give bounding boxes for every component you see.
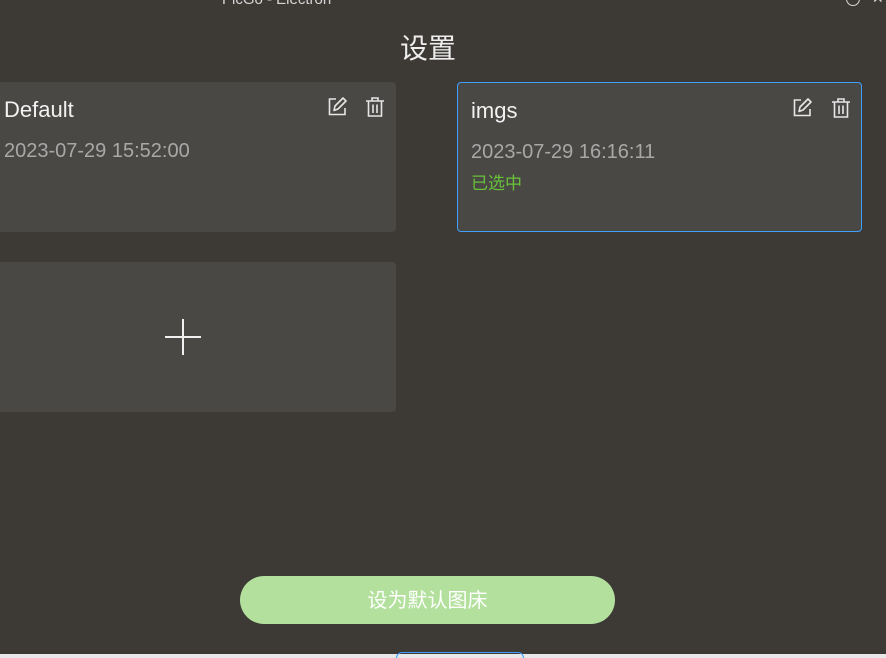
page-title: 设置 xyxy=(399,33,456,64)
edit-icon[interactable] xyxy=(326,96,348,118)
config-name: imgs xyxy=(471,98,518,123)
help-icon[interactable] xyxy=(846,0,860,6)
bottom-tab-edge xyxy=(396,652,524,658)
config-date: 2023-07-29 15:52:00 xyxy=(4,140,190,162)
plus-icon xyxy=(165,319,201,355)
selected-status: 已选中 xyxy=(471,174,522,193)
add-config-card[interactable] xyxy=(0,262,396,412)
edit-icon[interactable] xyxy=(791,97,813,119)
trash-icon[interactable] xyxy=(364,96,386,118)
trash-icon[interactable] xyxy=(830,97,852,119)
set-default-button[interactable]: 设为默认图床 xyxy=(240,576,615,624)
config-date: 2023-07-29 16:16:11 xyxy=(471,141,656,163)
config-name: Default xyxy=(4,97,74,122)
config-card-default[interactable]: Default 2023-07-29 15:52:00 xyxy=(0,82,396,232)
close-icon[interactable]: ✕ xyxy=(872,0,884,7)
window-title: PicGo - Electron xyxy=(222,0,331,8)
config-card-imgs[interactable]: imgs 2023-07-29 16:16:11 已选中 xyxy=(457,82,862,232)
